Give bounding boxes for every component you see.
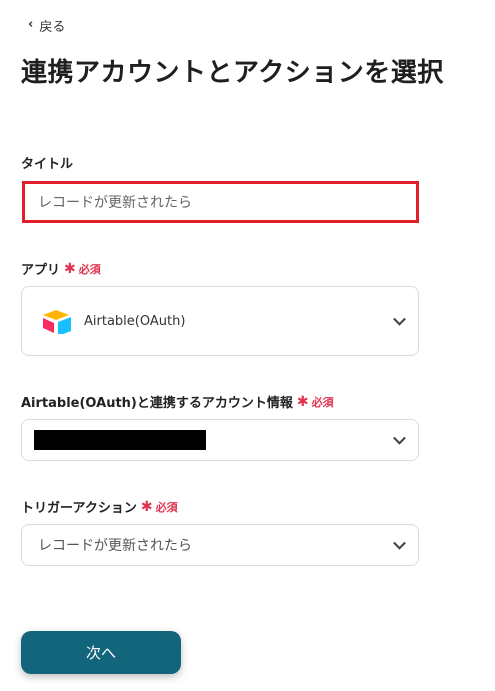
- title-label-text: タイトル: [21, 157, 74, 172]
- title-input-value: レコードが更新されたら: [38, 195, 192, 211]
- account-select[interactable]: [21, 419, 419, 461]
- app-select[interactable]: Airtable(OAuth): [21, 286, 419, 356]
- redacted-account-value: [34, 430, 206, 450]
- asterisk-icon: ✱: [296, 393, 309, 410]
- required-badge: ✱ 必須: [297, 394, 334, 410]
- asterisk-icon: ✱: [140, 498, 153, 515]
- airtable-logo-icon: [43, 310, 71, 334]
- required-badge: ✱ 必須: [64, 261, 101, 277]
- trigger-field-label: トリガーアクション ✱ 必須: [21, 497, 178, 517]
- account-label-text: Airtable(OAuth)と連携するアカウント情報: [21, 396, 293, 411]
- next-button[interactable]: 次へ: [21, 631, 181, 674]
- required-text: 必須: [78, 262, 101, 276]
- trigger-select[interactable]: レコードが更新されたら: [21, 524, 419, 566]
- required-text: 必須: [311, 395, 334, 409]
- back-label: 戻る: [39, 20, 66, 35]
- trigger-select-value: レコードが更新されたら: [38, 538, 192, 554]
- required-text: 必須: [155, 500, 178, 514]
- chevron-left-icon: ‹: [28, 17, 34, 32]
- app-field-label: アプリ ✱ 必須: [21, 259, 101, 279]
- title-field-label: タイトル: [21, 153, 73, 172]
- page-title: 連携アカウントとアクションを選択: [21, 58, 444, 88]
- back-link[interactable]: ‹ 戻る: [28, 16, 65, 35]
- account-field-label: Airtable(OAuth)と連携するアカウント情報 ✱ 必須: [21, 392, 334, 412]
- app-label-text: アプリ: [21, 263, 61, 278]
- required-badge: ✱ 必須: [141, 499, 178, 515]
- chevron-down-icon: [393, 431, 406, 445]
- chevron-down-icon: [393, 312, 406, 326]
- trigger-label-text: トリガーアクション: [21, 501, 137, 516]
- app-select-value: Airtable(OAuth): [84, 313, 186, 329]
- title-input[interactable]: レコードが更新されたら: [22, 181, 419, 223]
- chevron-down-icon: [393, 536, 406, 550]
- asterisk-icon: ✱: [64, 260, 76, 277]
